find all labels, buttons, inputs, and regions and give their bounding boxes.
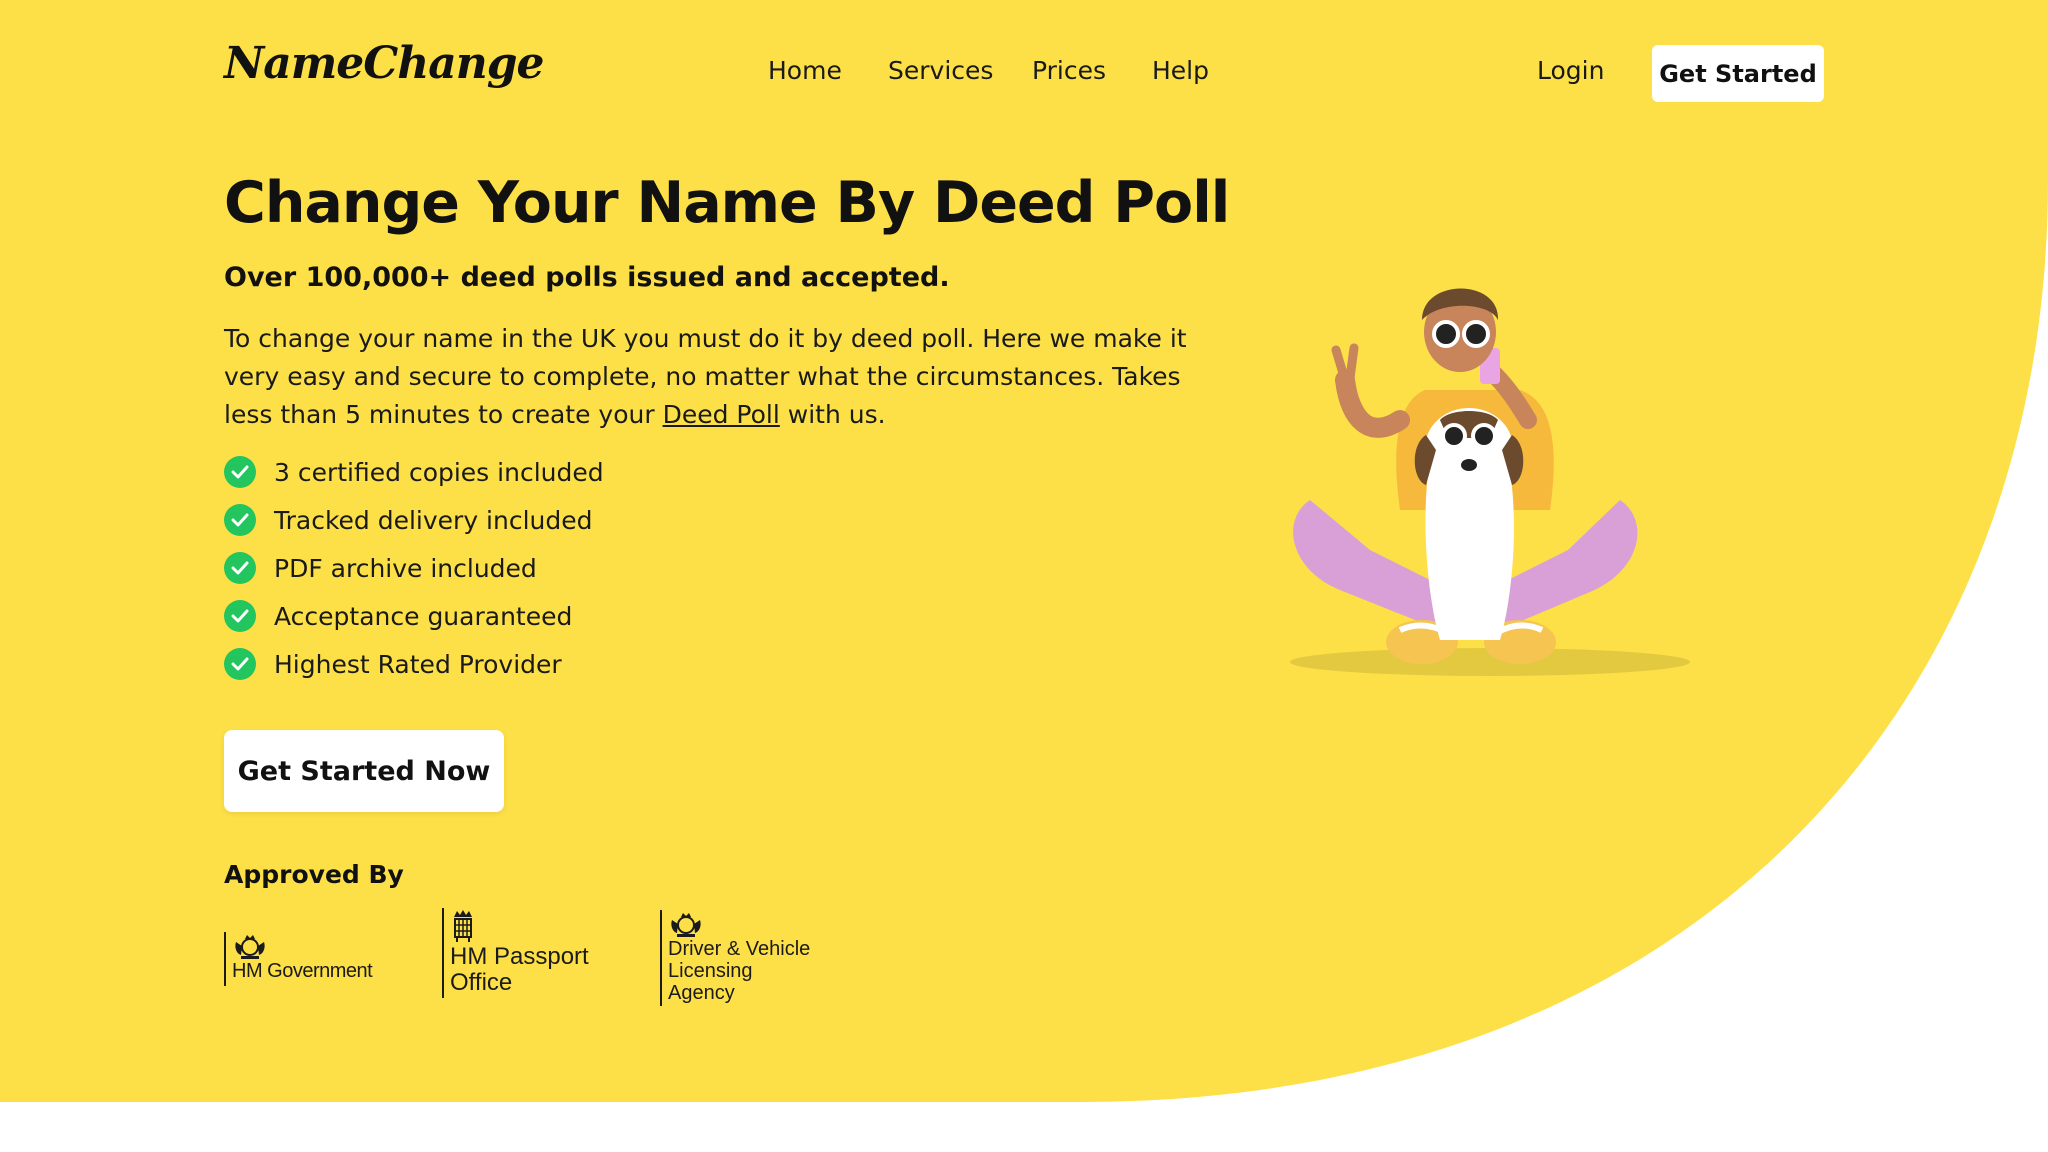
page-title: Change Your Name By Deed Poll — [224, 170, 1230, 236]
approver-name: HM Government — [232, 960, 373, 982]
nav-item-services[interactable]: Services — [888, 56, 993, 85]
hero-description-text-end: with us. — [779, 400, 886, 429]
check-circle-icon — [224, 504, 256, 536]
feature-label: Highest Rated Provider — [274, 649, 562, 679]
approver-name: Office — [450, 969, 513, 996]
approver-name: HM Passport — [450, 943, 589, 970]
deed-poll-link[interactable]: Deed Poll — [663, 400, 780, 429]
hero-subtitle: Over 100,000+ deed polls issued and acce… — [224, 262, 950, 293]
feature-item: 3 certified copies included — [224, 448, 604, 496]
feature-label: PDF archive included — [274, 553, 537, 583]
royal-coat-of-arms-icon — [235, 935, 265, 959]
nav-item-prices[interactable]: Prices — [1032, 56, 1106, 85]
feature-item: PDF archive included — [224, 544, 604, 592]
approver-name: Agency — [668, 982, 735, 1004]
brand-logo[interactable]: NameChange — [224, 38, 545, 89]
nav-item-home[interactable]: Home — [768, 56, 842, 85]
feature-list: 3 certified copies included Tracked deli… — [224, 448, 604, 688]
hm-government-logo: HM Government — [224, 932, 373, 986]
check-circle-icon — [224, 600, 256, 632]
royal-coat-of-arms-icon — [671, 913, 701, 937]
check-circle-icon — [224, 552, 256, 584]
crown-portcullis-icon — [454, 910, 472, 942]
nav-item-help[interactable]: Help — [1152, 56, 1209, 85]
feature-item: Acceptance guaranteed — [224, 592, 604, 640]
feature-label: Tracked delivery included — [274, 505, 593, 535]
get-started-button[interactable]: Get Started — [1652, 45, 1824, 102]
approver-name: Driver & Vehicle — [668, 938, 811, 960]
approved-by-heading: Approved By — [224, 860, 404, 889]
hm-passport-office-logo: HM Passport Office — [442, 908, 589, 998]
dvla-logo: Driver & Vehicle Licensing Agency — [660, 910, 810, 1006]
person-with-dog-illustration — [1290, 288, 1690, 676]
feature-item: Tracked delivery included — [224, 496, 604, 544]
hero-description: To change your name in the UK you must d… — [224, 320, 1204, 434]
login-link[interactable]: Login — [1537, 56, 1604, 85]
feature-label: Acceptance guaranteed — [274, 601, 573, 631]
approver-name: Licensing — [668, 960, 753, 982]
check-circle-icon — [224, 456, 256, 488]
check-circle-icon — [224, 648, 256, 680]
feature-label: 3 certified copies included — [274, 457, 604, 487]
get-started-now-button[interactable]: Get Started Now — [224, 730, 504, 812]
feature-item: Highest Rated Provider — [224, 640, 604, 688]
